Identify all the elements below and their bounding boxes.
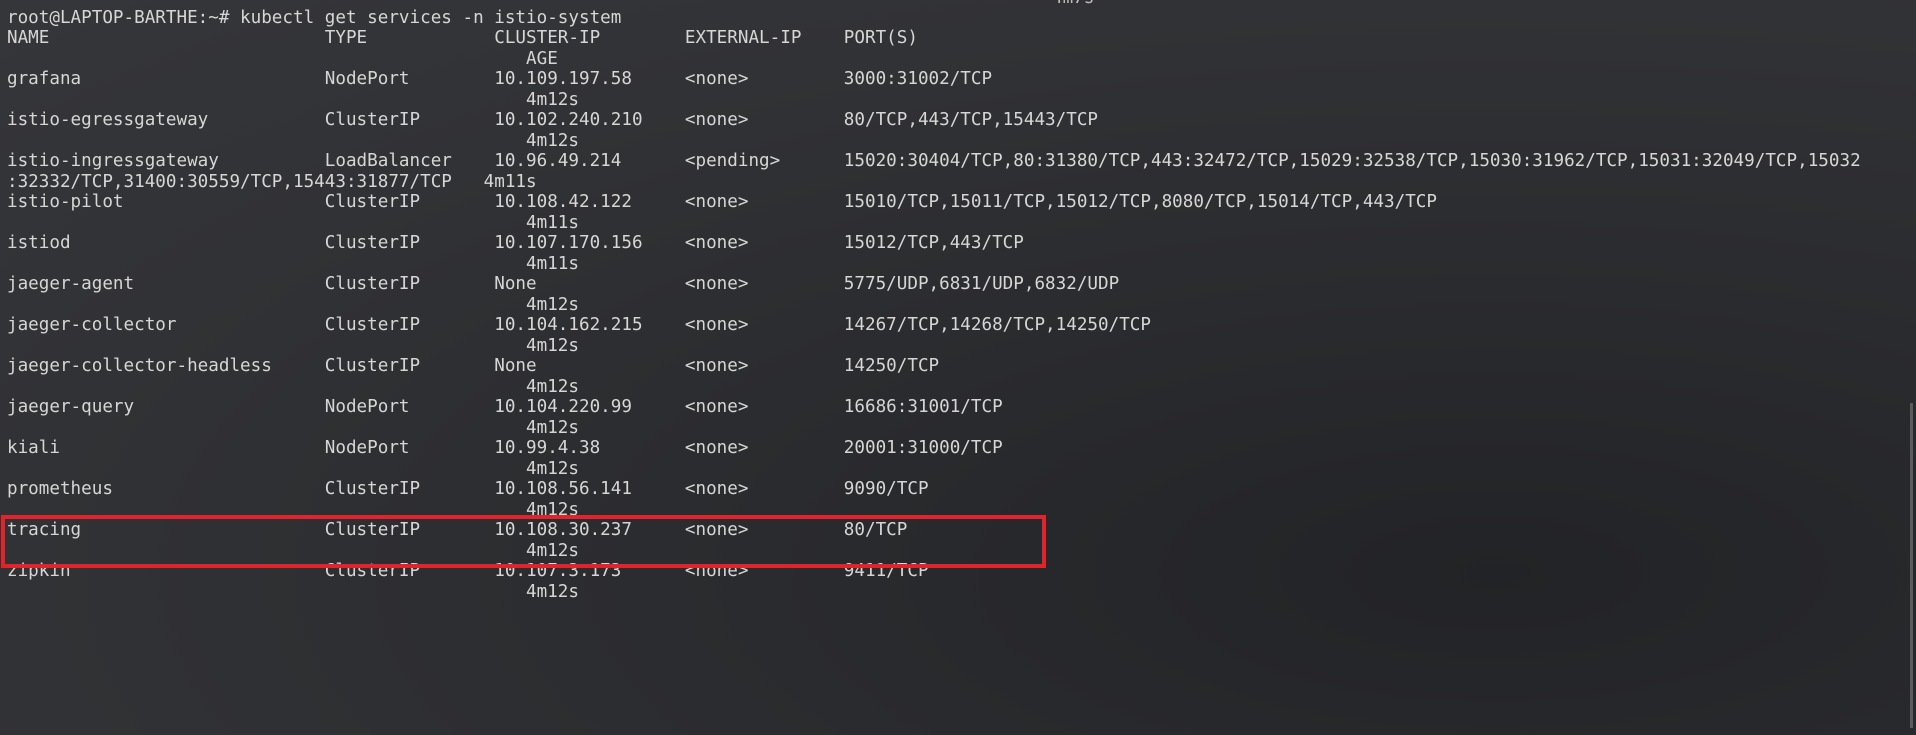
terminal-scrollbar[interactable] xyxy=(1910,403,1913,728)
terminal-window[interactable]: 4m7s root@LAPTOP-BARTHE:~# kubectl get s… xyxy=(0,0,1916,735)
previous-output-fragment: 4m7s xyxy=(1052,0,1094,11)
table-row-age: 4m12s xyxy=(7,582,579,602)
kiali-highlight-box xyxy=(1,515,1046,568)
